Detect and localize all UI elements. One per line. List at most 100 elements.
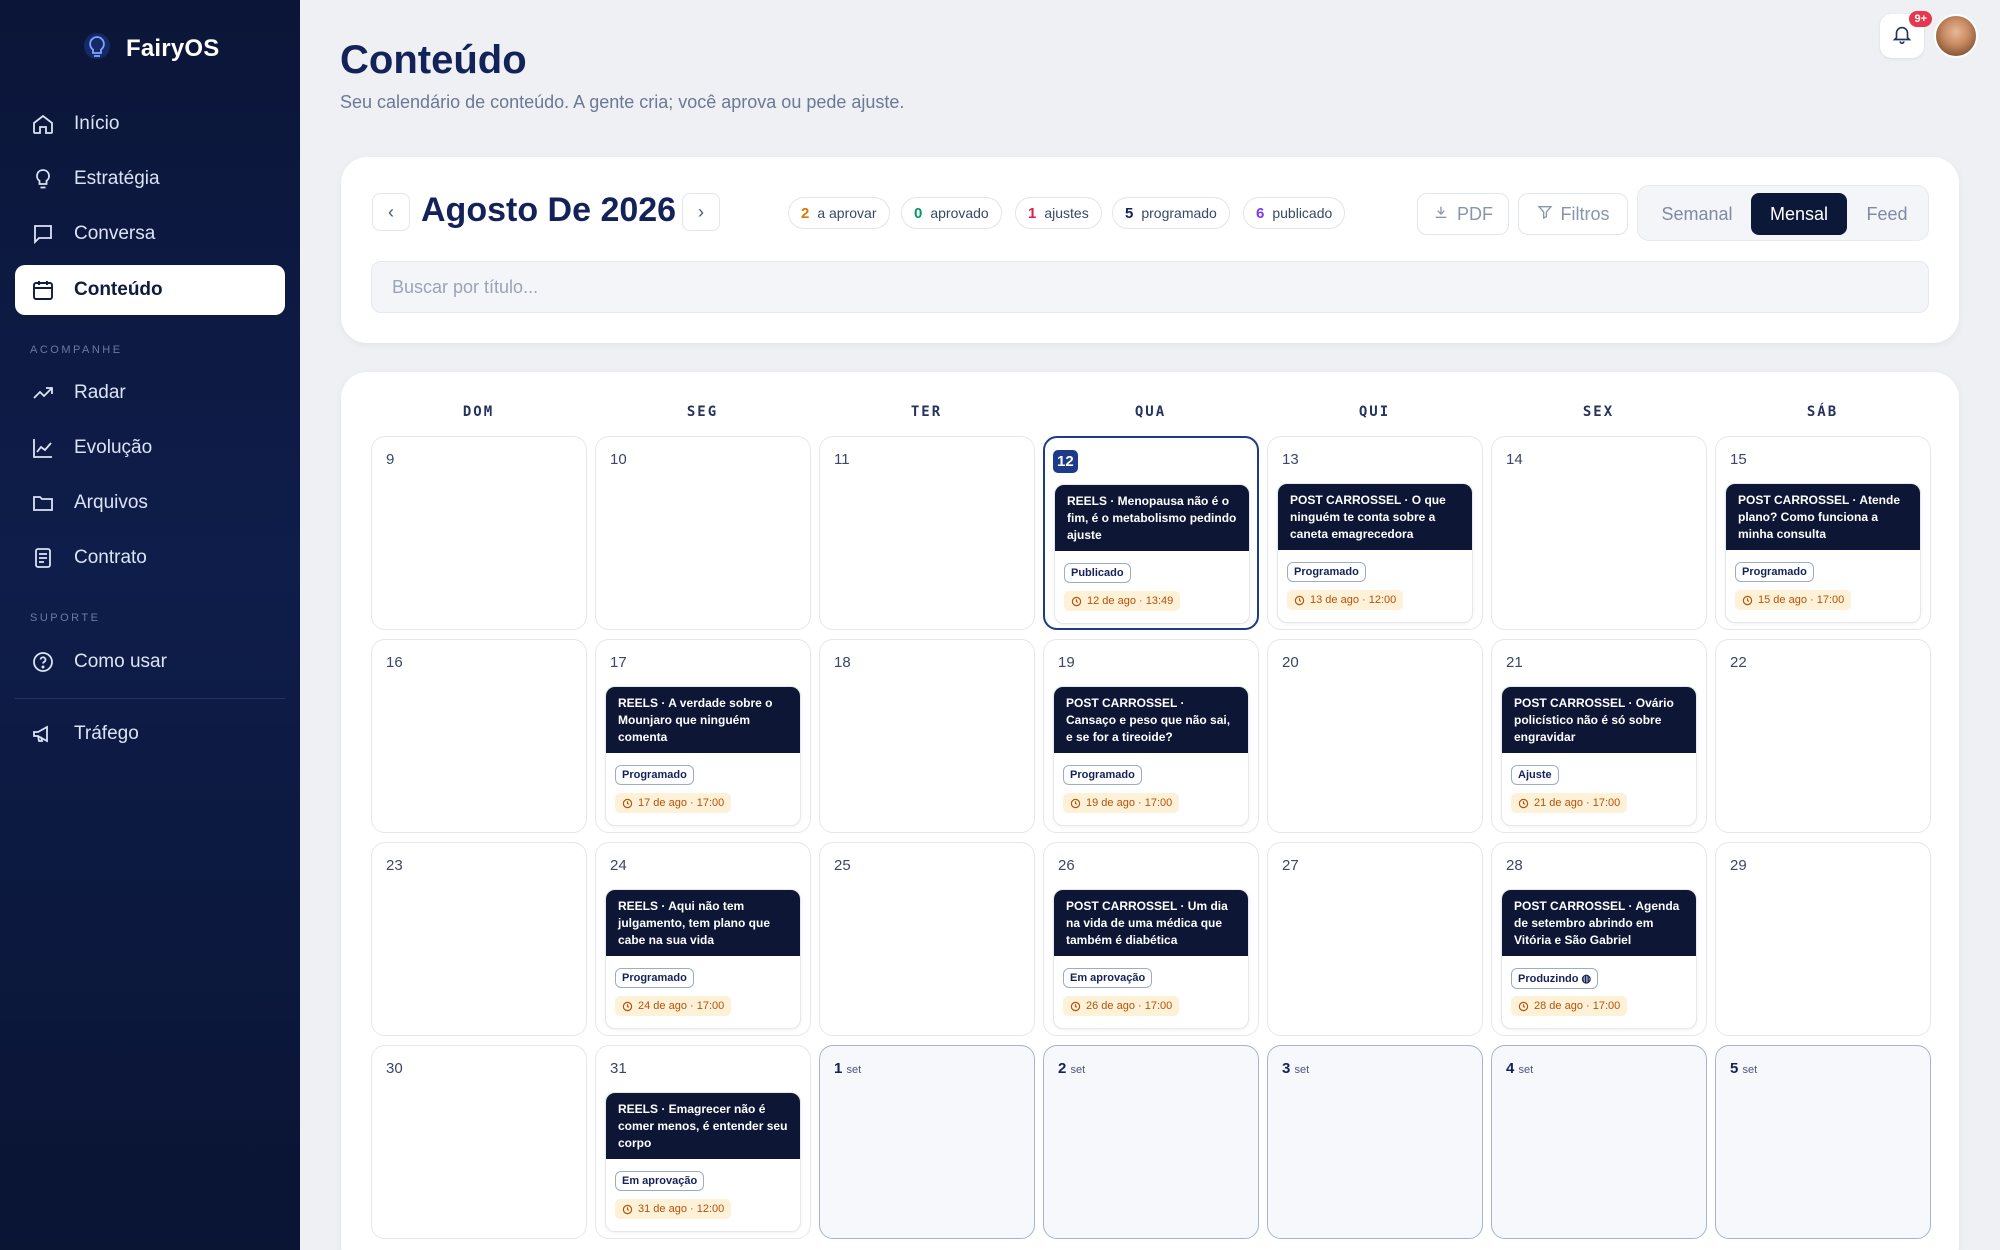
- weekday-label: SEX: [1582, 404, 1615, 420]
- calendar-day[interactable]: 22: [1715, 639, 1931, 833]
- calendar-day[interactable]: 18: [819, 639, 1035, 833]
- clock-icon: [1294, 595, 1305, 605]
- view-feed[interactable]: Feed: [1850, 193, 1924, 235]
- calendar-day[interactable]: 29: [1715, 842, 1931, 1036]
- home-icon: [30, 111, 56, 137]
- calendar-day[interactable]: 2 set: [1043, 1045, 1259, 1239]
- count-programado[interactable]: 5 programado: [1112, 197, 1230, 229]
- post-title: POST CARROSSEL · Cansaço e peso que não …: [1054, 687, 1248, 753]
- sidebar-item-arquivos[interactable]: Arquivos: [15, 478, 285, 528]
- day-number-value: 10: [610, 451, 627, 468]
- prev-month-button[interactable]: ‹: [372, 193, 410, 231]
- sidebar-item-conteudo[interactable]: Conteúdo: [15, 265, 285, 315]
- calendar-day[interactable]: 28 POST CARROSSEL · Agenda de setembro ab…: [1491, 842, 1707, 1036]
- day-number-value: 9: [386, 451, 395, 468]
- schedule-time: 28 de ago · 17:00: [1511, 996, 1628, 1016]
- calendar-day[interactable]: 17 REELS · A verdade sobre o Mounjaro que…: [595, 639, 811, 833]
- day-number-value: 13: [1282, 451, 1299, 468]
- lightbulb-icon: [30, 166, 56, 192]
- calendar-day[interactable]: 19 POST CARROSSEL · Cansaço e peso que nã…: [1043, 639, 1259, 833]
- post-title: POST CARROSSEL · Atende plano? Como func…: [1726, 484, 1920, 550]
- calendar-day[interactable]: 23: [371, 842, 587, 1036]
- post-card[interactable]: POST CARROSSEL · Agenda de setembro abri…: [1501, 889, 1697, 1029]
- day-number-value: 12: [1057, 453, 1074, 470]
- count-ajustes[interactable]: 1 ajustes: [1015, 197, 1102, 229]
- brand[interactable]: FairyOS: [82, 32, 219, 66]
- calendar-day[interactable]: 20: [1267, 639, 1483, 833]
- search-input[interactable]: Buscar por título...: [371, 261, 1929, 313]
- count-value: 6: [1256, 204, 1265, 222]
- status-badge: Programado: [1287, 562, 1366, 582]
- calendar-day[interactable]: 5 set: [1715, 1045, 1931, 1239]
- chart-icon: [30, 435, 56, 461]
- day-number: 10: [610, 451, 627, 468]
- calendar-day[interactable]: 24 REELS · Aqui não tem julgamento, tem p…: [595, 842, 811, 1036]
- day-number-value: 24: [610, 857, 627, 874]
- day-number-value: 23: [386, 857, 403, 874]
- avatar[interactable]: [1934, 14, 1978, 58]
- calendar-day[interactable]: 9: [371, 436, 587, 630]
- day-number-value: 4: [1506, 1060, 1515, 1077]
- calendar-day-today[interactable]: 12 REELS · Menopausa não é o fim, é o met…: [1043, 436, 1259, 630]
- schedule-time-text: 17 de ago · 17:00: [638, 797, 725, 809]
- day-number: 18: [834, 654, 851, 671]
- day-number: 14: [1506, 451, 1523, 468]
- calendar-day[interactable]: 4 set: [1491, 1045, 1707, 1239]
- calendar-day[interactable]: 30: [371, 1045, 587, 1239]
- view-semanal[interactable]: Semanal: [1646, 193, 1748, 235]
- count-a-aprovar[interactable]: 2 a aprovar: [788, 197, 890, 229]
- calendar-day[interactable]: 21 POST CARROSSEL · Ovário policístico nã…: [1491, 639, 1707, 833]
- calendar-day[interactable]: 3 set: [1267, 1045, 1483, 1239]
- filters-button[interactable]: Filtros: [1518, 193, 1628, 235]
- sidebar-item-como-usar[interactable]: Como usar: [15, 637, 285, 687]
- calendar-day[interactable]: 14: [1491, 436, 1707, 630]
- schedule-time-text: 15 de ago · 17:00: [1758, 594, 1845, 606]
- sidebar-item-contrato[interactable]: Contrato: [15, 533, 285, 583]
- calendar-day[interactable]: 1 set: [819, 1045, 1035, 1239]
- calendar-day[interactable]: 25: [819, 842, 1035, 1036]
- post-card[interactable]: REELS · Menopausa não é o fim, é o metab…: [1054, 484, 1250, 624]
- day-number-value: 16: [386, 654, 403, 671]
- count-label: publicado: [1272, 205, 1333, 221]
- calendar-day[interactable]: 15 POST CARROSSEL · Atende plano? Como fu…: [1715, 436, 1931, 630]
- sidebar-item-estrategia[interactable]: Estratégia: [15, 154, 285, 204]
- next-month-button[interactable]: ›: [682, 193, 720, 231]
- post-card[interactable]: POST CARROSSEL · Atende plano? Como func…: [1725, 483, 1921, 623]
- sidebar-item-conversa[interactable]: Conversa: [15, 209, 285, 259]
- day-number: 19: [1058, 654, 1075, 671]
- sidebar-item-label: Evolução: [74, 437, 153, 458]
- day-number: 4 set: [1506, 1060, 1533, 1077]
- document-icon: [30, 545, 56, 571]
- count-publicado[interactable]: 6 publicado: [1243, 197, 1346, 229]
- post-card[interactable]: REELS · Emagrecer não é comer menos, é e…: [605, 1092, 801, 1232]
- notifications-button[interactable]: 9+: [1880, 11, 1932, 58]
- calendar-day[interactable]: 11: [819, 436, 1035, 630]
- clock-icon: [622, 1204, 633, 1214]
- view-mensal[interactable]: Mensal: [1751, 193, 1847, 235]
- filters-label: Filtros: [1560, 203, 1610, 224]
- sidebar: FairyOS Início Estratégia Conversa Conte…: [0, 0, 300, 1250]
- day-number-value: 1: [834, 1060, 843, 1077]
- calendar-day[interactable]: 27: [1267, 842, 1483, 1036]
- sidebar-item-evolucao[interactable]: Evolução: [15, 423, 285, 473]
- count-aprovado[interactable]: 0 aprovado: [901, 197, 1002, 229]
- calendar-day[interactable]: 26 POST CARROSSEL · Um dia na vida de uma…: [1043, 842, 1259, 1036]
- sidebar-item-radar[interactable]: Radar: [15, 368, 285, 418]
- post-title: POST CARROSSEL · O que ninguém te conta …: [1278, 484, 1472, 550]
- calendar-day[interactable]: 10: [595, 436, 811, 630]
- pdf-button[interactable]: PDF: [1417, 193, 1509, 235]
- sidebar-item-trafego[interactable]: Tráfego: [15, 709, 285, 759]
- post-card[interactable]: REELS · Aqui não tem julgamento, tem pla…: [605, 889, 801, 1029]
- calendar-day[interactable]: 16: [371, 639, 587, 833]
- calendar-day[interactable]: 13 POST CARROSSEL · O que ninguém te cont…: [1267, 436, 1483, 630]
- schedule-time-text: 13 de ago · 12:00: [1310, 594, 1397, 606]
- sidebar-item-inicio[interactable]: Início: [15, 99, 285, 149]
- post-card[interactable]: POST CARROSSEL · O que ninguém te conta …: [1277, 483, 1473, 623]
- day-number-value: 31: [610, 1060, 627, 1077]
- post-card[interactable]: REELS · A verdade sobre o Mounjaro que n…: [605, 686, 801, 826]
- calendar-day[interactable]: 31 REELS · Emagrecer não é comer menos, é…: [595, 1045, 811, 1239]
- post-card[interactable]: POST CARROSSEL · Um dia na vida de uma m…: [1053, 889, 1249, 1029]
- post-card[interactable]: POST CARROSSEL · Cansaço e peso que não …: [1053, 686, 1249, 826]
- schedule-time-text: 28 de ago · 17:00: [1534, 1000, 1621, 1012]
- post-card[interactable]: POST CARROSSEL · Ovário policístico não …: [1501, 686, 1697, 826]
